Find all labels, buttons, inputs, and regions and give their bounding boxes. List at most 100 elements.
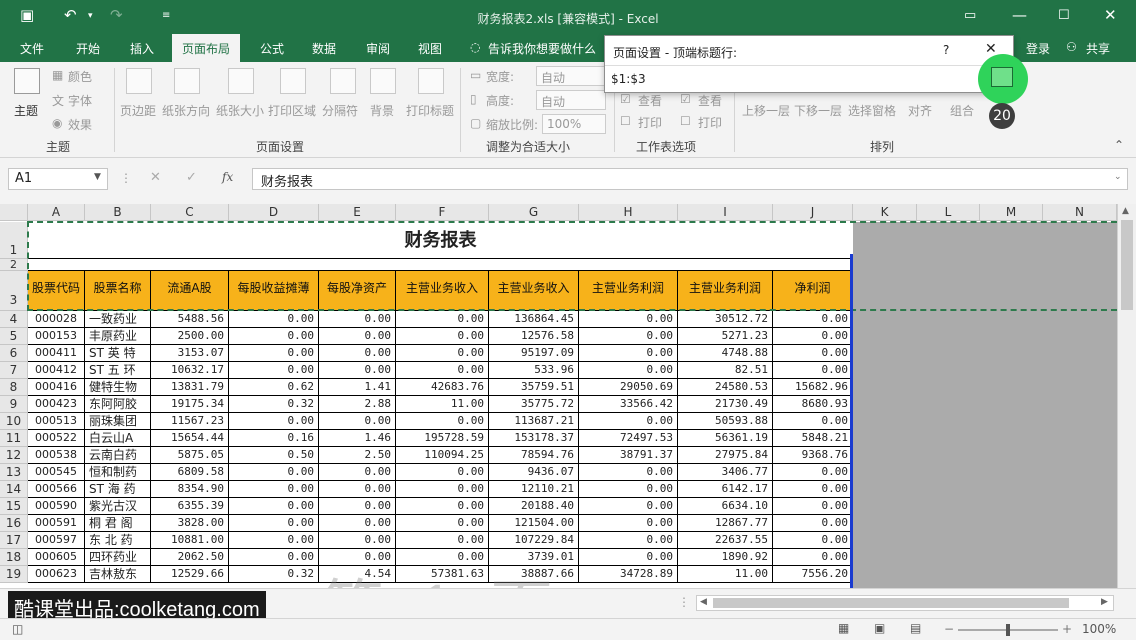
data-cell[interactable]: 0.00 [579,345,678,362]
height-select[interactable]: 自动 [536,90,606,110]
data-cell[interactable]: ST 英 特 [85,345,151,362]
data-cell[interactable]: 东阿阿胶 [85,396,151,413]
data-cell[interactable]: 0.00 [229,549,319,566]
data-cell[interactable]: 195728.59 [396,430,489,447]
zoom-out-icon[interactable]: − [944,622,954,636]
data-cell[interactable]: 丽珠集团 [85,413,151,430]
data-cell[interactable]: 11567.23 [151,413,229,430]
column-title-cell[interactable]: 主营业务收入 [489,271,579,311]
data-cell[interactable]: 0.00 [319,328,396,345]
tab-review[interactable]: 审阅 [366,40,390,57]
data-cell[interactable]: 42683.76 [396,379,489,396]
data-cell[interactable]: 0.00 [579,498,678,515]
data-cell[interactable]: 000522 [28,430,85,447]
fonts-button[interactable]: 字体 [68,92,92,109]
data-cell[interactable]: 000416 [28,379,85,396]
row-header[interactable]: 4 [0,311,28,328]
data-cell[interactable]: ST 五 环 [85,362,151,379]
data-cell[interactable]: 0.00 [773,328,853,345]
data-cell[interactable]: 11.00 [396,396,489,413]
column-title-cell[interactable]: 股票代码 [28,271,85,311]
data-cell[interactable]: 6809.58 [151,464,229,481]
bring-forward-button[interactable]: 上移一层 [742,102,790,119]
data-cell[interactable]: 0.00 [319,481,396,498]
data-cell[interactable]: 000538 [28,447,85,464]
data-cell[interactable]: 紫光古汉 [85,498,151,515]
cancel-icon[interactable]: ✕ [150,170,161,185]
page-layout-view-icon[interactable]: ▣ [874,621,885,635]
data-cell[interactable]: 10632.17 [151,362,229,379]
row-header[interactable]: 14 [0,481,28,498]
data-cell[interactable]: 000423 [28,396,85,413]
column-header[interactable]: C [151,204,229,221]
column-header[interactable]: A [28,204,85,221]
data-cell[interactable]: 4748.88 [678,345,773,362]
data-cell[interactable]: 5488.56 [151,311,229,328]
data-cell[interactable]: 一致药业 [85,311,151,328]
headings-print-checkbox[interactable]: ☐ [680,114,691,128]
row-header[interactable]: 8 [0,379,28,396]
tell-me-box[interactable]: 告诉我你想要做什么 [488,40,596,57]
data-cell[interactable]: 0.00 [579,362,678,379]
data-cell[interactable]: 000028 [28,311,85,328]
data-cell[interactable]: 0.00 [579,481,678,498]
data-cell[interactable]: 0.00 [229,532,319,549]
data-cell[interactable]: 0.00 [229,328,319,345]
tab-split-icon[interactable]: ⋮ [678,595,690,609]
row-header[interactable]: 18 [0,549,28,566]
data-cell[interactable]: 50593.88 [678,413,773,430]
column-title-cell[interactable]: 主营业务利润 [579,271,678,311]
data-cell[interactable]: 0.00 [579,515,678,532]
data-cell[interactable]: 121504.00 [489,515,579,532]
data-cell[interactable]: 9436.07 [489,464,579,481]
data-cell[interactable]: 0.00 [319,515,396,532]
themes-button[interactable]: 主题 [14,102,38,119]
insert-function-button[interactable]: fx [222,170,233,184]
column-header[interactable]: H [579,204,678,221]
data-cell[interactable]: 0.00 [579,328,678,345]
data-cell[interactable]: 0.00 [579,532,678,549]
data-cell[interactable]: 0.00 [579,464,678,481]
share-button[interactable]: 共享 [1086,40,1110,57]
sheet-title-cell[interactable]: 财务报表 [28,222,853,259]
data-cell[interactable]: 12867.77 [678,515,773,532]
data-cell[interactable]: 0.00 [579,413,678,430]
data-cell[interactable]: 6142.17 [678,481,773,498]
data-cell[interactable]: 136864.45 [489,311,579,328]
row-header[interactable]: 10 [0,413,28,430]
data-cell[interactable]: 000591 [28,515,85,532]
data-cell[interactable]: 丰原药业 [85,328,151,345]
data-cell[interactable]: 000605 [28,549,85,566]
column-title-cell[interactable]: 股票名称 [85,271,151,311]
data-cell[interactable]: 6355.39 [151,498,229,515]
column-title-cell[interactable]: 每股净资产 [319,271,396,311]
row-header[interactable]: 1 [0,222,28,259]
row-header[interactable]: 5 [0,328,28,345]
data-cell[interactable]: 0.00 [396,328,489,345]
data-cell[interactable]: 29050.69 [579,379,678,396]
scroll-up-icon[interactable]: ▲ [1122,206,1129,216]
data-cell[interactable]: 22637.55 [678,532,773,549]
data-cell[interactable]: 0.00 [773,362,853,379]
data-cell[interactable]: 24580.53 [678,379,773,396]
data-cell[interactable]: 东 北 药 [85,532,151,549]
row-header[interactable]: 12 [0,447,28,464]
column-title-cell[interactable]: 流通A股 [151,271,229,311]
gridlines-print-checkbox[interactable]: ☐ [620,114,631,128]
data-cell[interactable]: 0.00 [229,515,319,532]
data-cell[interactable]: 000597 [28,532,85,549]
themes-icon[interactable] [14,68,40,94]
data-cell[interactable]: 恒和制药 [85,464,151,481]
group-objects-button[interactable]: 组合 [950,102,974,119]
data-cell[interactable]: 0.00 [319,362,396,379]
data-cell[interactable]: 3153.07 [151,345,229,362]
data-cell[interactable]: 12576.58 [489,328,579,345]
scroll-left-icon[interactable]: ◀ [700,597,707,607]
data-cell[interactable]: 12110.21 [489,481,579,498]
data-cell[interactable]: 21730.49 [678,396,773,413]
data-cell[interactable]: 0.00 [773,515,853,532]
row-header[interactable]: 7 [0,362,28,379]
tab-file[interactable]: 文件 [20,40,44,57]
data-cell[interactable]: 1.46 [319,430,396,447]
column-title-cell[interactable]: 主营业务收入 [396,271,489,311]
